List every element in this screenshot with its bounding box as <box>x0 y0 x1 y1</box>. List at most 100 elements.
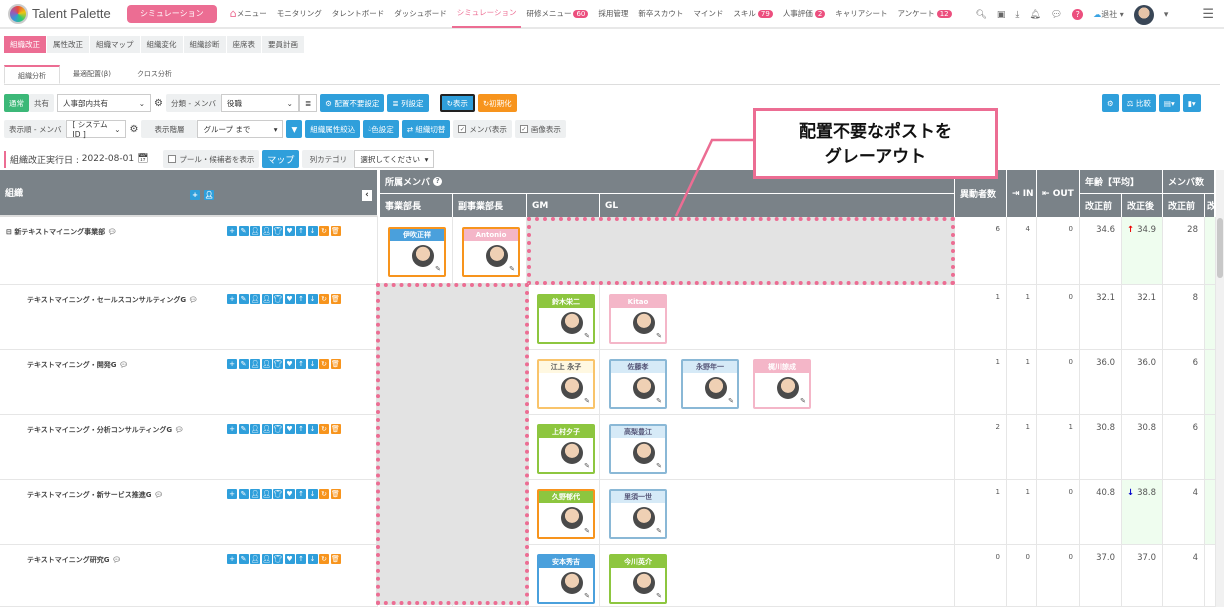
scrollbar[interactable] <box>1216 170 1224 607</box>
share-select[interactable]: 人事部内共有 ⌄ <box>57 94 151 112</box>
tab-2[interactable]: 組織マップ <box>90 36 141 53</box>
add-icon[interactable]: + <box>227 294 237 304</box>
pencil-icon[interactable]: ✎ <box>584 527 590 535</box>
down-icon[interactable]: ↓ <box>307 226 318 236</box>
trash-icon[interactable]: 🗑︎ <box>330 359 341 369</box>
pencil-icon[interactable]: ✎ <box>656 592 662 600</box>
user-icon[interactable]: 👤︎ <box>250 226 260 236</box>
chat-icon[interactable]: 💬︎ <box>1051 10 1062 20</box>
status-dropdown[interactable]: ☁退社 ▾ <box>1093 9 1124 20</box>
member-card[interactable]: 高梨豊江 ✎ <box>609 424 667 474</box>
reset-button[interactable]: ↻ 初期化 <box>477 94 517 112</box>
nav-item[interactable]: モニタリング <box>272 0 327 28</box>
pencil-icon[interactable]: ✎ <box>584 397 590 405</box>
org-name[interactable]: テキストマイニング・新サービス推進G 💬︎ <box>27 490 163 500</box>
trash-icon[interactable]: 🗑︎ <box>330 489 341 499</box>
tab-1[interactable]: 最適配置(β) <box>60 65 124 84</box>
nav-item[interactable]: アンケート 12 <box>892 0 956 28</box>
heart-icon[interactable]: ♥ <box>284 359 295 369</box>
nav-item[interactable]: ダッシュボード <box>389 0 452 28</box>
pencil-icon[interactable]: ✎ <box>584 462 590 470</box>
org-name[interactable]: テキストマイニング・分析コンサルティングG 💬︎ <box>27 425 183 435</box>
show-pool-checkbox[interactable]: プール・候補者を表示 <box>163 150 260 168</box>
edit-icon[interactable]: ✎ <box>238 554 249 564</box>
heart-icon[interactable]: ♥ <box>284 424 295 434</box>
down-icon[interactable]: ↓ <box>307 554 318 564</box>
refresh-icon[interactable]: ↻ <box>319 554 329 564</box>
level-select[interactable]: グループ まで ▾ <box>197 120 284 138</box>
heart-icon[interactable]: ♥ <box>284 554 295 564</box>
heart-icon[interactable]: ♥ <box>284 226 295 236</box>
member-card[interactable]: 今川英介 ✎ <box>609 554 667 604</box>
video-icon[interactable]: ▣ <box>997 10 1006 20</box>
org-name[interactable]: ⊟ 新テキストマイニング事業部 💬︎ <box>6 227 116 237</box>
add-icon[interactable]: + <box>227 554 237 564</box>
trash-icon[interactable]: 🗑︎ <box>330 424 341 434</box>
user-icon[interactable]: 👤︎ <box>250 424 260 434</box>
refresh-icon[interactable]: ↻ <box>319 489 329 499</box>
member-card[interactable]: 永野年一 ✎ <box>681 359 739 409</box>
nav-item[interactable]: シミュレーション <box>451 0 522 28</box>
shirt-icon[interactable]: 👕︎ <box>273 554 283 564</box>
up-icon[interactable]: ↑ <box>296 226 306 236</box>
column-settings-button[interactable]: ≣ 列設定 <box>387 94 429 112</box>
pencil-icon[interactable]: ✎ <box>800 397 806 405</box>
member-card[interactable]: 伊吹正祥 ✎ <box>388 227 446 277</box>
simulation-button[interactable]: シミュレーション <box>126 4 217 23</box>
comment-icon[interactable]: 💬︎ <box>152 491 163 499</box>
trash-icon[interactable]: 🗑︎ <box>330 226 341 236</box>
chevron-down-icon[interactable]: ▾ <box>1164 10 1169 20</box>
shirt-icon[interactable]: 👕︎ <box>273 226 283 236</box>
pencil-icon[interactable]: ✎ <box>656 397 662 405</box>
nav-item[interactable]: ⌂ メニュー <box>225 0 272 28</box>
shared-toggle[interactable]: 共有 <box>29 94 54 112</box>
user-icon[interactable]: 👤︎ <box>250 294 260 304</box>
add-icon[interactable]: + <box>227 226 237 236</box>
add-icon[interactable]: + <box>227 489 237 499</box>
collapse-button[interactable]: ‹ <box>362 190 372 201</box>
nav-item[interactable]: マインド <box>688 0 728 28</box>
show-images-checkbox[interactable]: ✓ 画像表示 <box>514 120 566 138</box>
member-card[interactable]: 久野郁代 ✎ <box>537 489 595 539</box>
tab-5[interactable]: 座席表 <box>227 36 262 53</box>
tab-1[interactable]: 属性改正 <box>47 36 90 53</box>
org-name[interactable]: テキストマイニング・セールスコンサルティングG 💬︎ <box>27 295 197 305</box>
up-icon[interactable]: ↑ <box>296 424 306 434</box>
nav-item[interactable]: 採用管理 <box>593 0 633 28</box>
pencil-icon[interactable]: ✎ <box>728 397 734 405</box>
member-card[interactable]: Antonio ✎ <box>462 227 520 277</box>
shirt-icon[interactable]: 👕︎ <box>273 489 283 499</box>
user-add-icon[interactable]: 👤︎ <box>261 359 272 369</box>
add-icon[interactable]: + <box>227 359 237 369</box>
user-add-icon[interactable]: 👤︎ <box>261 294 272 304</box>
refresh-icon[interactable]: ↻ <box>319 359 329 369</box>
heart-icon[interactable]: ♥ <box>284 294 295 304</box>
add-org-button[interactable]: + <box>190 190 200 200</box>
map-button[interactable]: マップ <box>262 150 300 168</box>
user-add-icon[interactable]: 👤︎ <box>261 424 272 434</box>
member-card[interactable]: 里須一世 ✎ <box>609 489 667 539</box>
comment-icon[interactable]: 💬︎ <box>172 426 184 434</box>
pencil-icon[interactable]: ✎ <box>584 592 590 600</box>
pencil-icon[interactable]: ✎ <box>656 332 662 340</box>
member-card[interactable]: 安本秀吉 ✎ <box>537 554 595 604</box>
member-card[interactable]: 江上 永子 ✎ <box>537 359 595 409</box>
tab-0[interactable]: 組織改正 <box>4 36 47 53</box>
org-attr-filter-button[interactable]: 組織属性絞込 <box>305 120 361 138</box>
help-icon[interactable]: ? <box>1072 9 1084 20</box>
nav-item[interactable]: 研修メニュー 60 <box>521 0 593 28</box>
org-switch-button[interactable]: ⇄ 組織切替 <box>401 120 451 138</box>
search-icon[interactable]: 🔍︎ <box>975 10 986 20</box>
logo[interactable]: Talent Palette <box>8 3 111 24</box>
edit-icon[interactable]: ✎ <box>238 294 249 304</box>
trash-icon[interactable]: 🗑︎ <box>330 294 341 304</box>
tab-6[interactable]: 要員計画 <box>262 36 305 53</box>
up-icon[interactable]: ↑ <box>296 359 306 369</box>
compare-button[interactable]: ⚖ 比較 <box>1121 94 1156 112</box>
save-dropdown-button[interactable]: ▤ ▾ <box>1158 94 1180 112</box>
up-icon[interactable]: ↑ <box>296 554 306 564</box>
add-user-button[interactable]: 👤︎ <box>204 190 214 200</box>
refresh-icon[interactable]: ↻ <box>319 294 329 304</box>
up-icon[interactable]: ↑ <box>296 294 306 304</box>
heart-icon[interactable]: ♥ <box>284 489 295 499</box>
